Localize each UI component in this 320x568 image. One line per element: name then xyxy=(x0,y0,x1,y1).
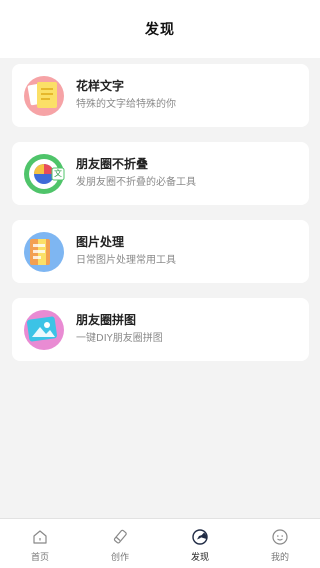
page-title: 发现 xyxy=(145,22,175,38)
card-fancy-text[interactable]: 花样文字 特殊的文字给特殊的你 xyxy=(12,64,309,127)
translate-icon-label: 文 xyxy=(54,169,62,178)
card-image-processing[interactable]: 图片处理 日常图片处理常用工具 xyxy=(12,220,309,283)
card-subtitle: 发朋友圈不折叠的必备工具 xyxy=(76,177,196,188)
tab-label: 我的 xyxy=(270,553,289,563)
app-screen: 发现 花样文字 特殊的文字给特殊的你 文 朋友圈不折叠 发朋友圈不折叠的必备工具… xyxy=(0,0,320,568)
tab-label: 发现 xyxy=(190,553,209,563)
card-title: 图片处理 xyxy=(76,235,125,249)
pencil-icon xyxy=(113,529,127,544)
card-subtitle: 日常图片处理常用工具 xyxy=(76,255,176,266)
compass-icon xyxy=(192,529,208,545)
card-title: 朋友圈拼图 xyxy=(76,313,137,327)
tab-create[interactable]: 创作 xyxy=(80,519,160,568)
card-title: 花样文字 xyxy=(76,79,125,93)
document-icon xyxy=(22,230,66,274)
card-title: 朋友圈不折叠 xyxy=(76,157,149,171)
translate-icon: 文 xyxy=(22,152,66,196)
card-subtitle: 特殊的文字给特殊的你 xyxy=(76,99,176,110)
image-icon xyxy=(22,308,66,352)
card-no-fold[interactable]: 文 朋友圈不折叠 发朋友圈不折叠的必备工具 xyxy=(12,142,309,205)
tab-discover[interactable]: 发现 xyxy=(160,519,240,568)
card-collage[interactable]: 朋友圈拼图 一键DIY朋友圈拼图 xyxy=(12,298,309,361)
profile-icon xyxy=(272,529,288,545)
card-subtitle: 一键DIY朋友圈拼图 xyxy=(76,333,163,344)
bottom-tab-bar: 首页 创作 发现 我的 xyxy=(0,518,320,568)
note-icon xyxy=(22,74,66,118)
home-icon xyxy=(33,530,47,544)
tab-label: 创作 xyxy=(110,553,129,563)
tab-mine[interactable]: 我的 xyxy=(240,519,320,568)
top-bar: 发现 xyxy=(0,0,320,58)
tab-label: 首页 xyxy=(30,553,49,563)
tab-home[interactable]: 首页 xyxy=(0,519,80,568)
